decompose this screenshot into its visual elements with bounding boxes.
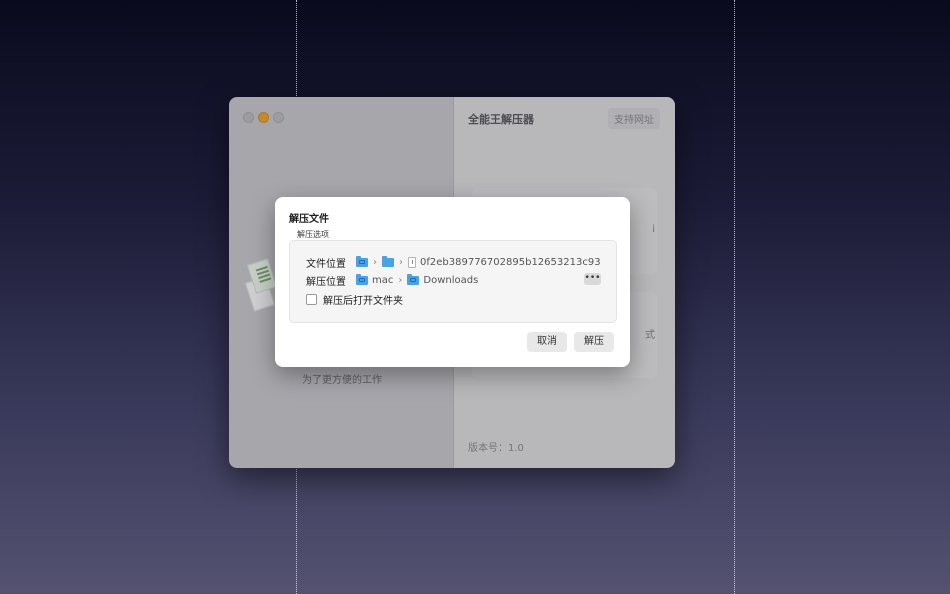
extract-location-row: 解压位置 mac › Downloads	[306, 272, 478, 288]
tagline: 为了更方便的工作	[302, 375, 382, 386]
version-label: 版本号：1.0	[468, 443, 524, 454]
path-separator: ›	[398, 274, 403, 286]
file-location-path[interactable]: › › 0f2eb389776702895b12653213c932df	[356, 255, 600, 268]
minimize-button[interactable]	[258, 112, 269, 123]
system-folder-icon	[356, 255, 368, 267]
path-separator: ›	[373, 256, 377, 268]
extract-location-label: 解压位置	[306, 276, 346, 288]
card-2-text-fragment: 式	[645, 330, 655, 341]
home-folder-icon	[356, 273, 368, 285]
zoom-button[interactable]	[273, 112, 284, 123]
file-icon	[408, 256, 416, 268]
support-website-button[interactable]: 支持网址	[608, 108, 660, 129]
options-group-label: 解压选项	[297, 230, 329, 239]
extract-button[interactable]: 解压	[574, 332, 614, 352]
dialog-title: 解压文件	[289, 214, 329, 225]
open-after-extract-checkbox[interactable]	[306, 294, 317, 305]
open-after-extract-label: 解压后打开文件夹	[323, 296, 403, 307]
path-segment-downloads: Downloads	[423, 274, 479, 286]
open-after-extract-option[interactable]: 解压后打开文件夹	[306, 292, 403, 307]
path-separator: ›	[399, 256, 403, 268]
folder-icon	[382, 255, 394, 267]
file-name: 0f2eb389776702895b12653213c932df	[420, 256, 600, 268]
app-title: 全能王解压器	[468, 113, 534, 126]
options-group: 文件位置 › › 0f2eb389776702895b12653213c932d…	[289, 240, 617, 323]
choose-location-more-button[interactable]: •••	[584, 273, 601, 285]
documents-illustration-icon	[244, 258, 278, 312]
downloads-folder-icon	[407, 273, 420, 285]
file-location-row: 文件位置 › › 0f2eb389776702895b12653213c932d…	[306, 254, 600, 270]
guide-line-right	[734, 0, 735, 594]
close-button[interactable]	[243, 112, 254, 123]
path-segment-mac: mac	[372, 274, 394, 286]
extract-location-path[interactable]: mac › Downloads	[356, 273, 479, 286]
card-1-text-fragment: i	[652, 224, 655, 235]
cancel-button[interactable]: 取消	[527, 332, 567, 352]
extract-dialog: 解压文件 解压选项 文件位置 › › 0f2eb389776702895b126…	[275, 197, 630, 367]
file-location-label: 文件位置	[306, 258, 346, 270]
